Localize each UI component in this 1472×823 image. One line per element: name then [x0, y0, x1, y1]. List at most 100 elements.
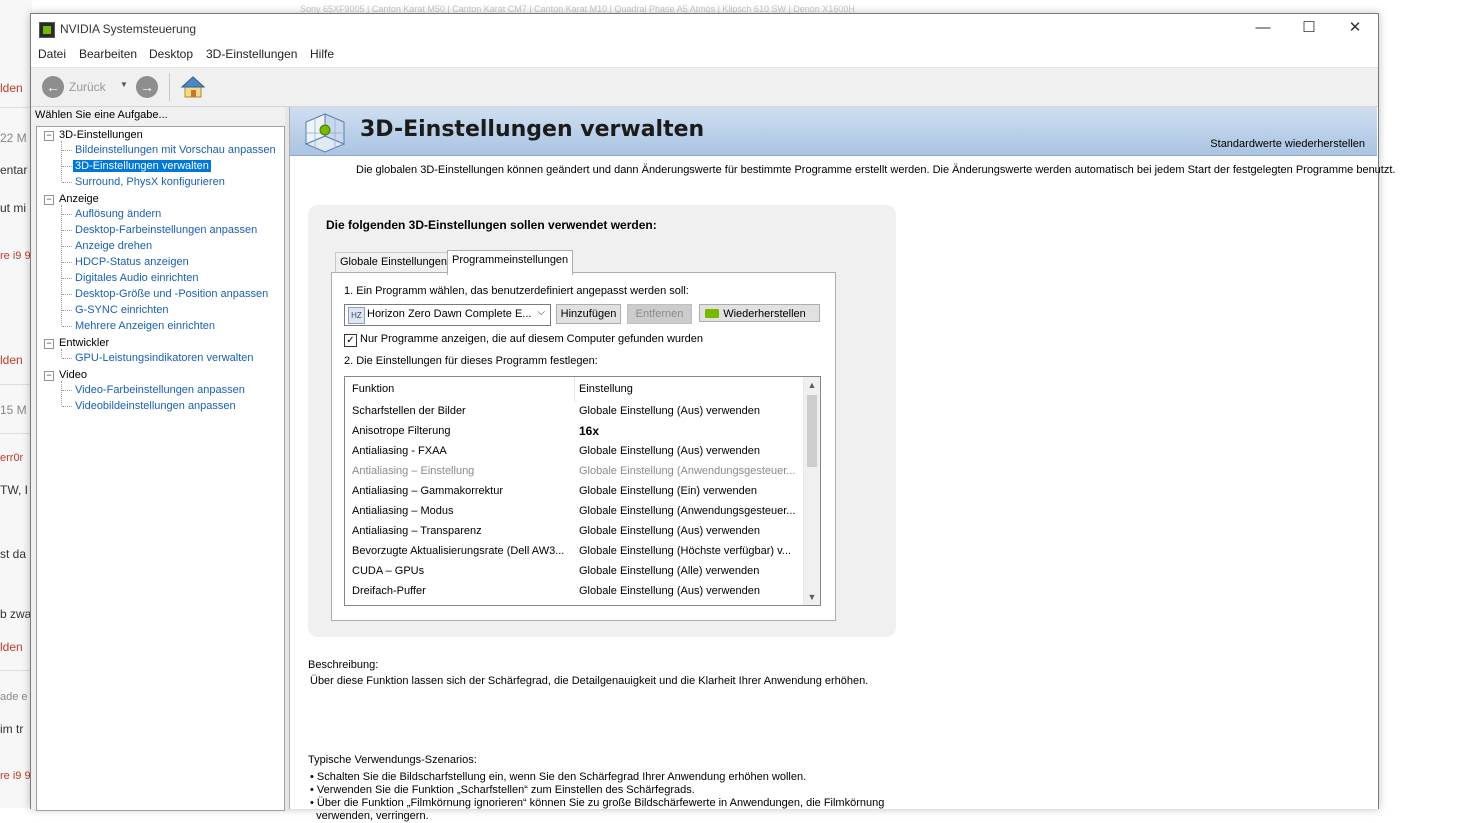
table-row[interactable]: Dreifach-Puffer Globale Einstellung (Aus…: [345, 582, 804, 602]
collapse-3d-icon[interactable]: −: [44, 131, 54, 141]
scrollbar-thumb[interactable]: [807, 395, 817, 467]
menu-3d-einstellungen[interactable]: 3D-Einstellungen: [206, 47, 297, 61]
row-setting[interactable]: Globale Einstellung (Aus) verwenden: [579, 445, 797, 457]
table-row[interactable]: Antialiasing – Gammakorrektur Globale Ei…: [345, 482, 804, 502]
tree-item-videobild[interactable]: Videobildeinstellungen anpassen: [75, 400, 236, 412]
title-bar[interactable]: NVIDIA Systemsteuerung — ☐ ✕: [31, 14, 1378, 44]
tree-item-surround-physx[interactable]: Surround, PhysX konfigurieren: [75, 176, 225, 188]
close-button[interactable]: ✕: [1332, 14, 1378, 44]
table-row[interactable]: Bevorzugte Aktualisierungsrate (Dell AW3…: [345, 542, 804, 562]
tree-item-mehrere-anzeigen[interactable]: Mehrere Anzeigen einrichten: [75, 320, 215, 332]
table-row[interactable]: Antialiasing – Modus Globale Einstellung…: [345, 502, 804, 522]
table-row[interactable]: Anisotrope Filterung 16x: [345, 422, 804, 442]
grid-header-funktion[interactable]: Funktion: [352, 383, 394, 395]
tree-item-gsync[interactable]: G-SYNC einrichten: [75, 304, 169, 316]
tree-category-3d[interactable]: 3D-Einstellungen: [59, 129, 143, 141]
task-tree: − 3D-Einstellungen Bildeinstellungen mit…: [36, 126, 285, 811]
row-setting[interactable]: Globale Einstellung (Alle) verwenden: [579, 565, 797, 577]
row-setting[interactable]: Globale Einstellung (Anwendungsgesteuer.…: [579, 465, 797, 477]
row-setting[interactable]: Globale Einstellung (Aus) verwenden: [579, 525, 797, 537]
row-function: Antialiasing – Transparenz: [352, 525, 482, 537]
show-found-programs-label[interactable]: Nur Programme anzeigen, die auf diesem C…: [360, 333, 703, 345]
table-row[interactable]: Antialiasing - FXAA Globale Einstellung …: [345, 442, 804, 462]
forward-arrow-icon[interactable]: →: [136, 76, 158, 98]
page-banner: 3D-Einstellungen verwalten Standardwerte…: [290, 107, 1377, 156]
tree-category-video[interactable]: Video: [59, 369, 87, 381]
program-icon: HZ: [348, 307, 365, 324]
back-button-label[interactable]: Zurück: [69, 80, 106, 94]
tree-item-bildeinstellungen[interactable]: Bildeinstellungen mit Vorschau anpassen: [75, 144, 276, 156]
menu-desktop[interactable]: Desktop: [149, 47, 193, 61]
scroll-down-icon[interactable]: ▼: [804, 589, 820, 605]
row-function: Antialiasing – Modus: [352, 505, 454, 517]
history-dropdown-icon[interactable]: ▼: [120, 80, 128, 89]
home-icon[interactable]: [180, 75, 206, 99]
grid-header-einstellung[interactable]: Einstellung: [579, 383, 633, 395]
menu-hilfe[interactable]: Hilfe: [310, 47, 334, 61]
tree-item-aufloesung[interactable]: Auflösung ändern: [75, 208, 161, 220]
description-text: Über diese Funktion lassen sich der Schä…: [310, 675, 869, 687]
tree-item-gpu-leistung[interactable]: GPU-Leistungsindikatoren verwalten: [75, 352, 254, 364]
row-function: Dreifach-Puffer: [352, 585, 426, 597]
background-fragment: entar: [0, 163, 28, 177]
tree-item-video-farbe[interactable]: Video-Farbeinstellungen anpassen: [75, 384, 245, 396]
background-fragment: ut mi: [0, 201, 27, 215]
table-row[interactable]: CUDA – GPUs Globale Einstellung (Alle) v…: [345, 562, 804, 582]
program-settings-panel: 1. Ein Programm wählen, das benutzerdefi…: [331, 272, 836, 621]
background-fragment: err0r: [0, 452, 24, 464]
tree-item-desktop-farbe[interactable]: Desktop-Farbeinstellungen anpassen: [75, 224, 257, 236]
description-label: Beschreibung:: [308, 659, 379, 671]
menu-bearbeiten[interactable]: Bearbeiten: [79, 47, 137, 61]
row-function: Scharfstellen der Bilder: [352, 405, 466, 417]
scroll-up-icon[interactable]: ▲: [804, 377, 820, 393]
row-setting[interactable]: Globale Einstellung (Aus) verwenden: [579, 405, 797, 417]
program-select[interactable]: HZ Horizon Zero Dawn Complete E... ⌵: [344, 304, 551, 326]
remove-program-button[interactable]: Entfernen: [627, 304, 692, 324]
restore-program-button[interactable]: Wiederherstellen: [699, 304, 820, 322]
background-fragment: lden: [0, 640, 23, 654]
tree-item-desktop-groesse[interactable]: Desktop-Größe und -Position anpassen: [75, 288, 268, 300]
background-fragment: im tr: [0, 722, 24, 736]
row-setting[interactable]: Globale Einstellung (Anwendungsgesteuer.…: [579, 505, 797, 517]
row-function: Antialiasing – Einstellung: [352, 465, 475, 477]
row-setting[interactable]: Globale Einstellung (Höchste verfügbar) …: [579, 545, 797, 557]
collapse-anzeige-icon[interactable]: −: [44, 195, 54, 205]
tree-category-anzeige[interactable]: Anzeige: [59, 193, 99, 205]
grid-header: Funktion Einstellung: [345, 377, 804, 402]
tree-item-3d-verwalten[interactable]: 3D-Einstellungen verwalten: [73, 160, 211, 172]
step2-label: 2. Die Einstellungen für dieses Programm…: [344, 355, 598, 367]
back-arrow-icon[interactable]: ←: [42, 76, 64, 98]
table-row[interactable]: Antialiasing – Transparenz Globale Einst…: [345, 522, 804, 542]
settings-group: Die folgenden 3D-Einstellungen sollen ve…: [308, 205, 896, 637]
tab-global-settings[interactable]: Globale Einstellungen: [335, 252, 453, 273]
tree-item-hdcp[interactable]: HDCP-Status anzeigen: [75, 256, 189, 268]
collapse-video-icon[interactable]: −: [44, 371, 54, 381]
minimize-button[interactable]: —: [1240, 14, 1286, 44]
row-setting[interactable]: Globale Einstellung (Ein) verwenden: [579, 485, 797, 497]
task-pane: Wählen Sie eine Aufgabe... − 3D-Einstell…: [31, 107, 285, 811]
add-program-button[interactable]: Hinzufügen: [556, 304, 621, 324]
step1-label: 1. Ein Programm wählen, das benutzerdefi…: [344, 285, 689, 297]
row-setting[interactable]: Globale Einstellung (Aus) verwenden: [579, 585, 797, 597]
grid-scrollbar[interactable]: ▲ ▼: [803, 377, 820, 605]
row-function: Anisotrope Filterung: [352, 425, 451, 437]
background-fragment: lden: [0, 81, 23, 95]
maximize-button[interactable]: ☐: [1286, 14, 1332, 44]
tree-item-anzeige-drehen[interactable]: Anzeige drehen: [75, 240, 152, 252]
collapse-entwickler-icon[interactable]: −: [44, 339, 54, 349]
tree-item-digital-audio[interactable]: Digitales Audio einrichten: [75, 272, 199, 284]
table-row[interactable]: Antialiasing – Einstellung Globale Einst…: [345, 462, 804, 482]
page-title: 3D-Einstellungen verwalten: [360, 117, 705, 142]
menu-datei[interactable]: Datei: [38, 47, 66, 61]
background-fragment: re i9 9: [0, 250, 31, 262]
row-function: Bevorzugte Aktualisierungsrate (Dell AW3…: [352, 545, 565, 557]
list-item: verwenden, verringern.: [316, 810, 429, 822]
row-function: Antialiasing - FXAA: [352, 445, 447, 457]
restore-defaults-link[interactable]: Standardwerte wiederherstellen: [1210, 138, 1365, 150]
tree-category-entwickler[interactable]: Entwickler: [59, 337, 109, 349]
show-found-programs-checkbox[interactable]: ✓: [344, 334, 357, 347]
row-setting[interactable]: 16x: [579, 424, 797, 438]
table-row[interactable]: Scharfstellen der Bilder Globale Einstel…: [345, 402, 804, 422]
tab-program-settings[interactable]: Programmeinstellungen: [447, 250, 574, 275]
list-item: • Über die Funktion „Filmkörnung ignorie…: [310, 797, 885, 809]
